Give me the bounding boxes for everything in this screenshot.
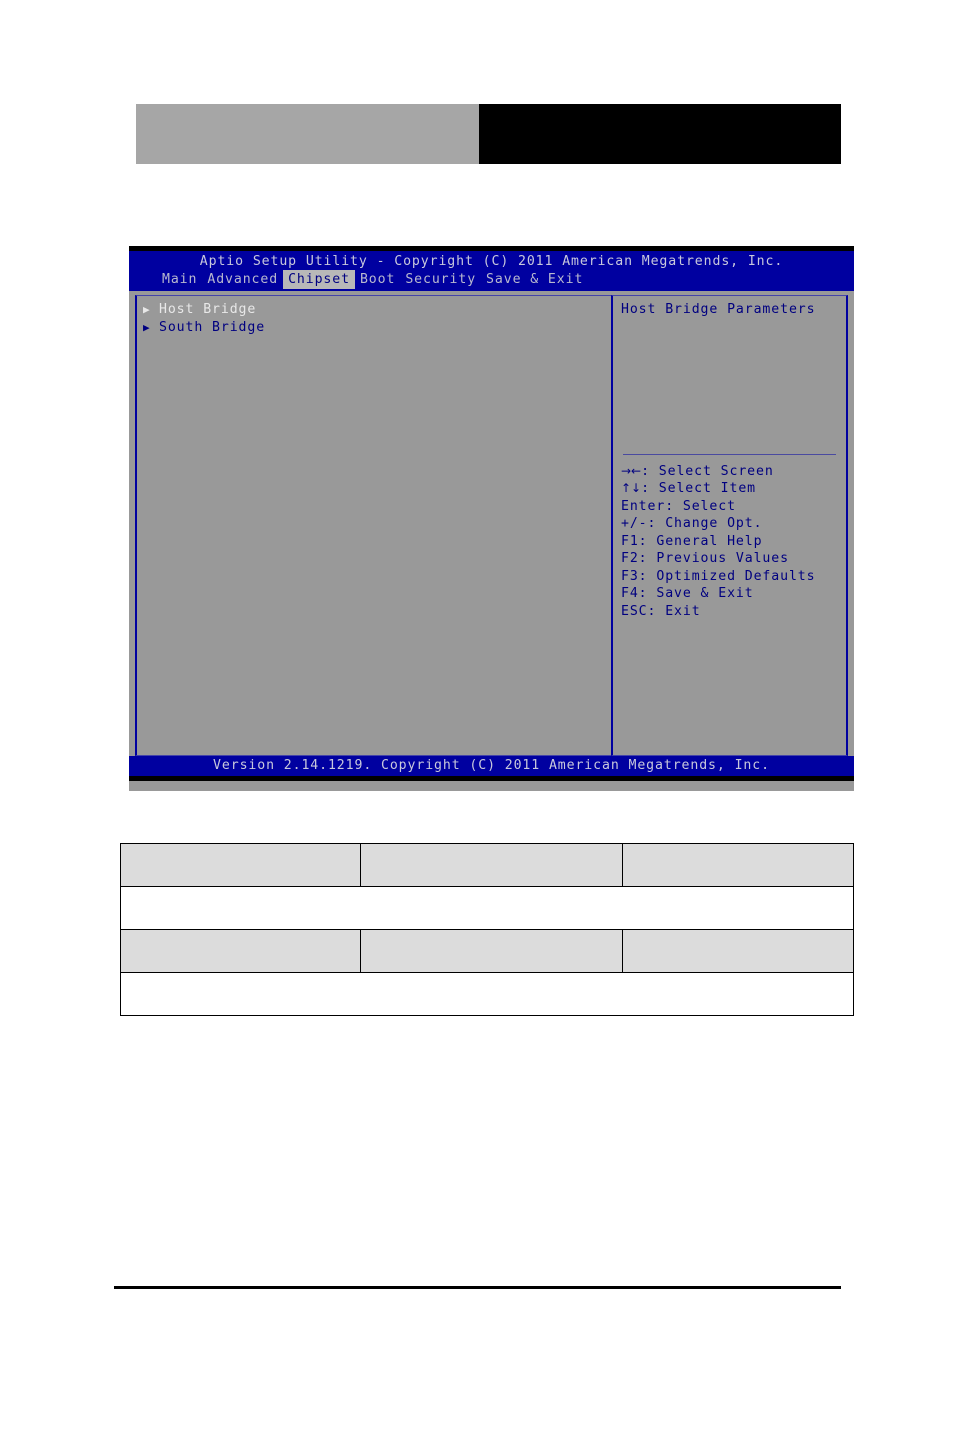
bios-menu-bar: Main Advanced Chipset Boot Security Save… xyxy=(129,270,854,289)
header-block-left xyxy=(136,104,479,164)
menu-item-south-bridge[interactable]: ▶ South Bridge xyxy=(143,319,611,337)
bios-title-bar: Aptio Setup Utility - Copyright (C) 2011… xyxy=(129,251,854,291)
document-page: Aptio Setup Utility - Copyright (C) 2011… xyxy=(0,0,954,1432)
left-right-arrow-icon: →← xyxy=(621,463,642,478)
tab-save-and-exit[interactable]: Save & Exit xyxy=(481,270,588,289)
up-down-arrow-icon: ↑↓ xyxy=(621,481,642,496)
bios-title-text: Aptio Setup Utility - Copyright (C) 2011… xyxy=(199,254,784,269)
bios-footer-bar: Version 2.14.1219. Copyright (C) 2011 Am… xyxy=(129,756,854,776)
legend-optimized-defaults: F3: Optimized Defaults xyxy=(621,568,816,584)
help-spacer xyxy=(621,319,846,454)
table-cell xyxy=(622,929,854,973)
bios-version-text: Version 2.14.1219. Copyright (C) 2011 Am… xyxy=(213,758,770,773)
legend-save-and-exit: F4: Save & Exit xyxy=(621,586,754,602)
submenu-arrow-icon: ▶ xyxy=(143,303,150,316)
legend-change-opt: +/-: Change Opt. xyxy=(621,516,763,532)
table-row xyxy=(120,886,854,930)
table-cell xyxy=(120,886,854,930)
table-cell xyxy=(120,972,854,1016)
table-cell xyxy=(360,929,623,973)
help-description: Host Bridge Parameters xyxy=(621,302,816,317)
bios-body: ▶ Host Bridge ▶ South Bridge Host Bridge… xyxy=(129,291,854,756)
legend-enter-select: Enter: Select xyxy=(621,498,736,514)
bios-left-pane: ▶ Host Bridge ▶ South Bridge xyxy=(135,295,611,756)
bios-bottom-strip xyxy=(129,776,854,781)
header-block-right xyxy=(479,104,841,164)
tab-main[interactable]: Main xyxy=(157,270,202,289)
legend-esc-exit: ESC: Exit xyxy=(621,603,701,619)
tab-chipset[interactable]: Chipset xyxy=(283,270,355,289)
table-cell xyxy=(120,929,361,973)
legend-previous-values: F2: Previous Values xyxy=(621,551,789,567)
legend-bottom-pad xyxy=(621,620,846,755)
legend-select-screen: →←: Select Screen xyxy=(621,463,846,481)
document-table xyxy=(120,843,854,1016)
tab-boot[interactable]: Boot xyxy=(355,270,400,289)
table-cell xyxy=(120,843,361,887)
table-row xyxy=(120,972,854,1016)
bios-right-pane: Host Bridge Parameters →←: Select Screen… xyxy=(611,295,848,756)
menu-item-label: Host Bridge xyxy=(159,302,257,317)
menu-item-label: South Bridge xyxy=(159,320,266,335)
submenu-arrow-icon: ▶ xyxy=(143,321,150,334)
legend-general-help: F1: General Help xyxy=(621,533,763,549)
help-divider xyxy=(623,453,836,455)
legend-text: : Select Item xyxy=(641,481,757,497)
tab-security[interactable]: Security xyxy=(400,270,481,289)
table-cell xyxy=(622,843,854,887)
tab-advanced[interactable]: Advanced xyxy=(202,270,283,289)
table-row xyxy=(120,929,854,973)
bios-setup-screen: Aptio Setup Utility - Copyright (C) 2011… xyxy=(129,246,854,791)
footer-rule xyxy=(114,1286,841,1289)
document-header xyxy=(136,104,841,164)
table-row xyxy=(120,843,854,887)
table-cell xyxy=(360,843,623,887)
legend-select-item: ↑↓: Select Item xyxy=(621,480,846,498)
menu-item-host-bridge[interactable]: ▶ Host Bridge xyxy=(143,301,611,319)
legend-text: : Select Screen xyxy=(641,463,774,479)
